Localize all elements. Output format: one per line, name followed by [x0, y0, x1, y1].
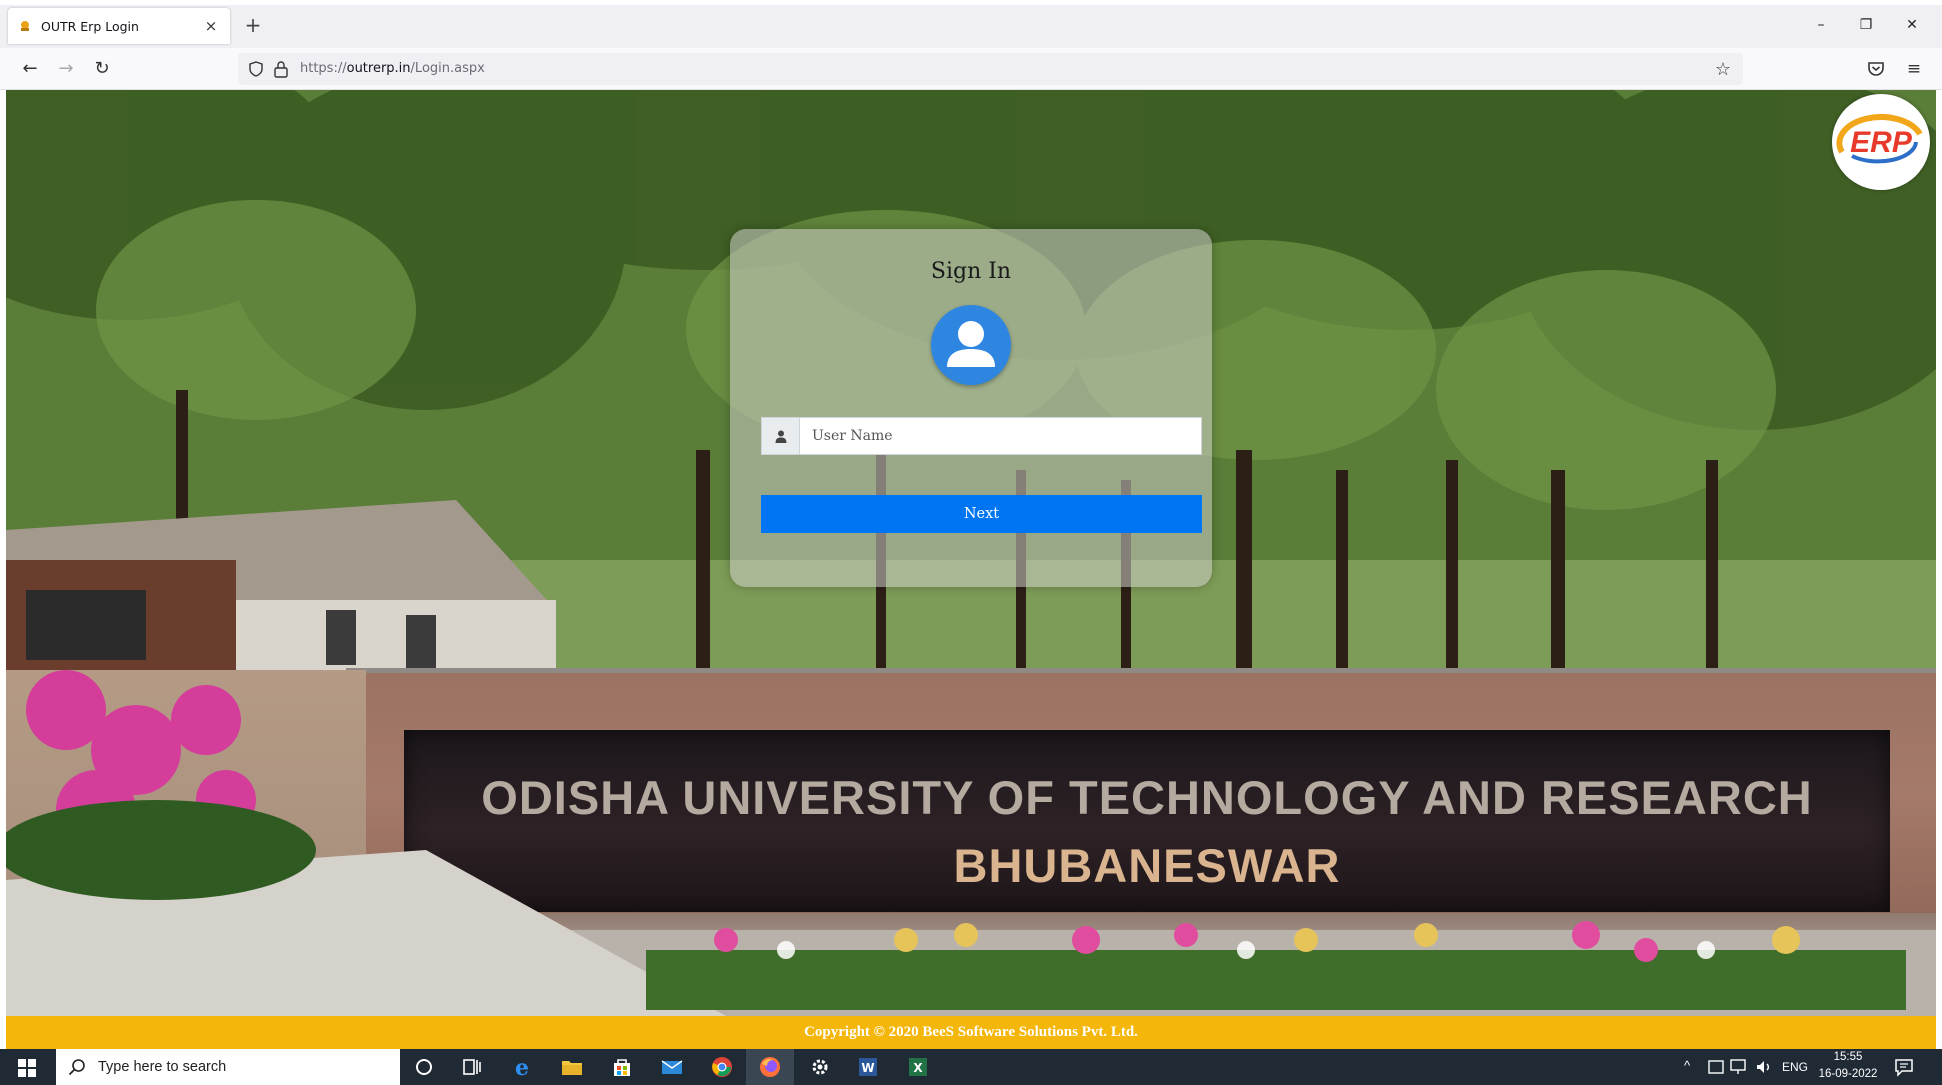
svg-text:e: e: [515, 1055, 529, 1079]
volume-icon[interactable]: [1752, 1055, 1776, 1079]
signin-card: Sign In Next: [730, 229, 1212, 587]
tab-title: OUTR Erp Login: [41, 18, 139, 34]
url-domain: outrerp.in: [346, 61, 411, 76]
language-indicator[interactable]: ENG: [1782, 1060, 1808, 1074]
clock-date[interactable]: 16-09-2022: [1815, 1068, 1881, 1080]
svg-text:X: X: [913, 1061, 923, 1075]
browser-tab[interactable]: OUTR Erp Login ×: [8, 8, 230, 44]
settings-gear-icon[interactable]: [808, 1055, 832, 1079]
cortana-icon[interactable]: [412, 1055, 436, 1079]
edge-browser-icon[interactable]: e: [510, 1055, 534, 1079]
minimize-window-button[interactable]: –: [1804, 12, 1838, 38]
erp-logo: ERP: [1832, 94, 1930, 190]
new-tab-button[interactable]: +: [240, 12, 266, 38]
taskbar-search-placeholder: Type here to search: [98, 1059, 227, 1075]
lock-icon[interactable]: [273, 60, 289, 78]
chrome-icon[interactable]: [710, 1055, 734, 1079]
bookmark-star-icon[interactable]: ☆: [1715, 59, 1731, 80]
microsoft-store-icon[interactable]: [610, 1055, 634, 1079]
hamburger-menu-icon[interactable]: ≡: [1902, 58, 1926, 80]
file-explorer-icon[interactable]: [560, 1055, 584, 1079]
erp-logo-icon: ERP: [1836, 114, 1923, 164]
copyright-footer: Copyright © 2020 BeeS Software Solutions…: [6, 1016, 1936, 1049]
erp-logo-text: ERP: [1850, 126, 1913, 159]
pocket-icon[interactable]: [1864, 57, 1888, 81]
reload-button[interactable]: ↻: [90, 57, 114, 81]
svg-text:W: W: [861, 1061, 874, 1075]
url-text[interactable]: https://outrerp.in/Login.aspx: [300, 61, 485, 76]
network-icon[interactable]: [1726, 1055, 1750, 1079]
word-app-icon[interactable]: W: [856, 1055, 880, 1079]
address-bar[interactable]: https://outrerp.in/Login.aspx ☆: [238, 53, 1743, 85]
taskbar-search[interactable]: Type here to search: [56, 1049, 400, 1085]
username-input-group: [761, 417, 1202, 455]
username-input[interactable]: [799, 417, 1202, 455]
signin-title: Sign In: [930, 259, 1012, 284]
search-icon: [68, 1059, 85, 1076]
tab-close-icon[interactable]: ×: [202, 17, 220, 35]
back-button[interactable]: ←: [18, 57, 42, 81]
flower-bed: [6, 670, 1936, 1016]
page-viewport: ODISHA UNIVERSITY OF TECHNOLOGY AND RESE…: [6, 90, 1936, 1016]
browser-tab-strip: OUTR Erp Login × + – ❐ ✕: [0, 0, 1942, 48]
firefox-icon[interactable]: [758, 1055, 782, 1079]
tray-expand-chevron-icon[interactable]: ^: [1684, 1058, 1690, 1073]
site-favicon-icon: [21, 21, 29, 31]
mail-icon[interactable]: [660, 1055, 684, 1079]
top-edge: [0, 0, 1942, 5]
tracking-shield-icon[interactable]: [248, 61, 264, 77]
windows-taskbar: Type here to search e W X ^ ENG 15:55 16…: [0, 1049, 1942, 1085]
task-view-icon[interactable]: [460, 1055, 484, 1079]
tray-security-icon[interactable]: [1704, 1055, 1728, 1079]
next-button[interactable]: Next: [761, 495, 1202, 533]
url-path: /Login.aspx: [410, 61, 485, 76]
excel-app-icon[interactable]: X: [906, 1055, 930, 1079]
url-scheme: https://: [300, 61, 347, 76]
close-window-button[interactable]: ✕: [1895, 12, 1929, 38]
forward-button[interactable]: →: [54, 57, 78, 81]
windows-start-icon[interactable]: [18, 1059, 36, 1077]
user-avatar-icon: [931, 305, 1011, 385]
notifications-icon[interactable]: [1892, 1055, 1916, 1079]
user-icon: [761, 417, 799, 455]
restore-window-button[interactable]: ❐: [1849, 12, 1883, 38]
browser-nav-bar: ← → ↻ https://outrerp.in/Login.aspx ☆: [0, 48, 1942, 90]
clock-time[interactable]: 15:55: [1818, 1051, 1878, 1063]
